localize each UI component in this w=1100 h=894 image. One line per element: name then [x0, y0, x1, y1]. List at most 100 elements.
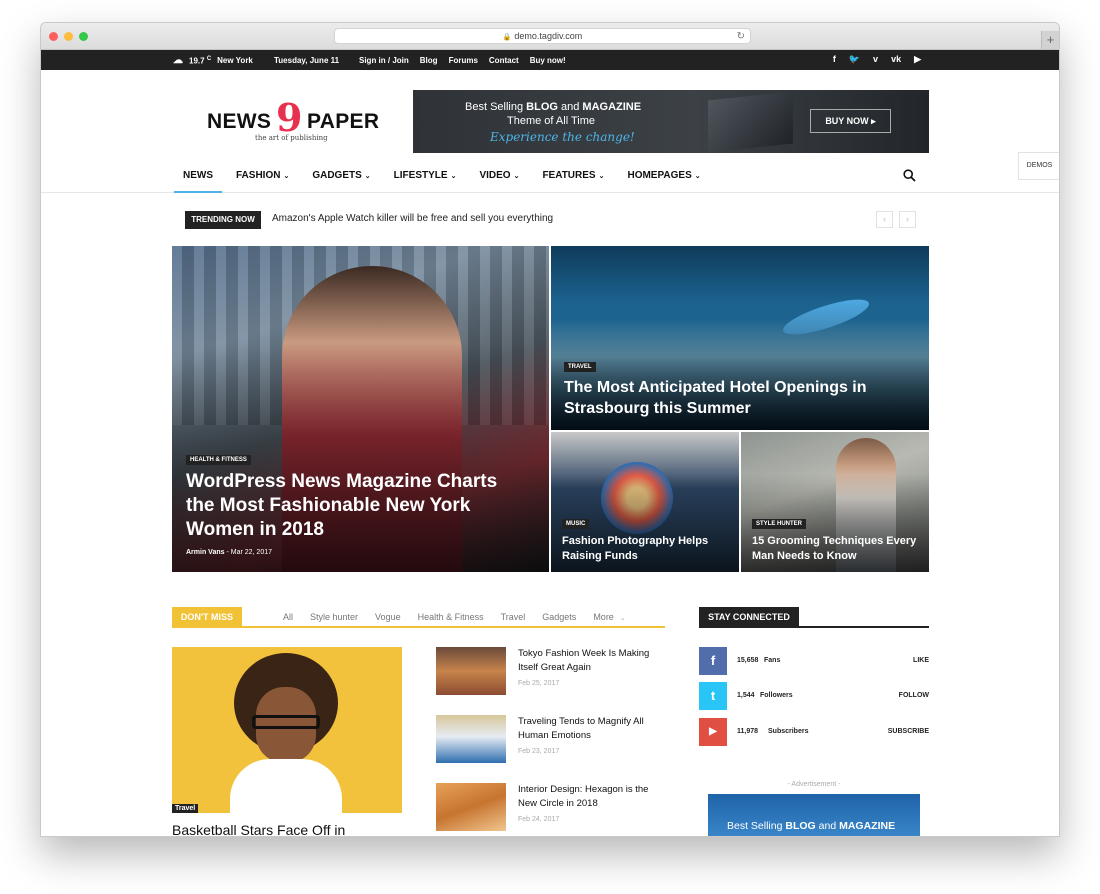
post-thumbnail[interactable] [436, 783, 506, 831]
featured-tile-style[interactable]: STYLE HUNTER 15 Grooming Techniques Ever… [741, 432, 929, 572]
tab-all[interactable]: All [283, 612, 293, 622]
follower-unit: Subscribers [768, 728, 809, 735]
tab-gadgets[interactable]: Gadgets [542, 612, 576, 622]
new-tab-button[interactable]: + [1041, 31, 1059, 49]
tab-vogue[interactable]: Vogue [375, 612, 401, 622]
facebook-icon[interactable]: f [833, 54, 836, 65]
nav-item-video[interactable]: VIDEO ⌄ [470, 160, 528, 193]
nav-item-homepages[interactable]: HOMEPAGES ⌄ [618, 160, 709, 193]
post-date: Feb 25, 2017 [518, 680, 560, 687]
follower-count: 1,544 [737, 692, 755, 699]
post-title[interactable]: Traveling Tends to Magnify All Human Emo… [518, 715, 666, 743]
trending-bar: TRENDING NOW Amazon's Apple Watch killer… [185, 210, 929, 229]
list-item[interactable]: Traveling Tends to Magnify All Human Emo… [436, 715, 666, 783]
chevron-down-icon: ⌄ [450, 173, 457, 180]
reload-icon[interactable]: ↻ [737, 29, 745, 44]
nav-item-lifestyle[interactable]: LIFESTYLE ⌄ [385, 160, 466, 193]
chevron-down-icon: ⌄ [694, 173, 701, 180]
youtube-icon[interactable]: ▶ [914, 54, 921, 65]
logo-word-news: NEWS [207, 110, 272, 133]
dont-miss-main-image[interactable]: Travel [172, 647, 402, 813]
nav-item-fashion[interactable]: FASHION ⌄ [227, 160, 298, 193]
featured-tile-main[interactable]: HEALTH & FITNESS WordPress News Magazine… [172, 246, 549, 572]
follow-button[interactable]: FOLLOW [899, 692, 929, 699]
address-bar[interactable]: 🔒 demo.tagdiv.com ↻ [334, 28, 751, 44]
tab-more[interactable]: More ⌄ [593, 612, 625, 622]
featured-title[interactable]: 15 Grooming Techniques Every Man Needs t… [752, 534, 927, 564]
zoom-window-button[interactable] [79, 32, 88, 41]
featured-title[interactable]: The Most Anticipated Hotel Openings in S… [564, 377, 904, 419]
dont-miss-list: Tokyo Fashion Week Is Making Itself Grea… [436, 647, 666, 836]
buy-now-link[interactable]: Buy now! [530, 56, 566, 65]
category-badge[interactable]: MUSIC [562, 519, 590, 529]
tab-health-fitness[interactable]: Health & Fitness [418, 612, 484, 622]
social-counter-facebook[interactable]: f 15,658 Fans LIKE [699, 647, 929, 675]
twitter-icon[interactable]: 🐦 [849, 54, 860, 65]
nav-item-news[interactable]: NEWS [174, 160, 222, 193]
category-badge[interactable]: TRAVEL [564, 362, 596, 372]
list-item[interactable]: Interior Design: Hexagon is the New Circ… [436, 783, 666, 836]
youtube-icon[interactable]: ▶ [699, 718, 727, 746]
ad-line-2: Theme of All Time [507, 115, 596, 127]
category-badge[interactable]: STYLE HUNTER [752, 519, 807, 529]
search-icon[interactable] [903, 169, 916, 187]
top-links: Sign in / Join Blog Forums Contact Buy n… [359, 56, 566, 65]
category-badge[interactable]: HEALTH & FITNESS [186, 455, 251, 465]
nav-item-gadgets[interactable]: GADGETS ⌄ [303, 160, 379, 193]
list-item[interactable]: Tokyo Fashion Week Is Making Itself Grea… [436, 647, 666, 715]
header-ad-banner[interactable]: Best Selling BLOG and MAGAZINE Theme of … [413, 90, 929, 153]
dont-miss-header: DON'T MISS All Style hunter Vogue Health… [172, 607, 665, 628]
temperature: 19.7 C [189, 55, 212, 66]
like-button[interactable]: LIKE [913, 657, 929, 664]
vimeo-icon[interactable]: v [873, 54, 878, 65]
ad-line-3: Experience the change! [490, 130, 635, 144]
signin-link[interactable]: Sign in / Join [359, 56, 409, 65]
browser-titlebar: 🔒 demo.tagdiv.com ↻ + [41, 23, 1059, 50]
chevron-down-icon: ⌄ [598, 173, 605, 180]
tab-style-hunter[interactable]: Style hunter [310, 612, 358, 622]
trending-headline[interactable]: Amazon's Apple Watch killer will be free… [272, 213, 553, 224]
post-thumbnail[interactable] [436, 715, 506, 763]
social-counter-youtube[interactable]: ▶ 11,978 Subscribers SUBSCRIBE [699, 718, 929, 746]
lock-icon: 🔒 [502, 34, 512, 41]
trending-prev-button[interactable]: ‹ [876, 211, 893, 228]
post-title[interactable]: Tokyo Fashion Week Is Making Itself Grea… [518, 647, 666, 675]
site-logo[interactable]: NEWS 9 PAPER the art of publishing [207, 99, 382, 145]
trending-next-button[interactable]: › [899, 211, 916, 228]
blog-link[interactable]: Blog [420, 56, 438, 65]
sidebar-ad-banner[interactable]: Best Selling BLOG and MAGAZINE [708, 794, 920, 836]
dont-miss-tabs: All Style hunter Vogue Health & Fitness … [283, 612, 626, 622]
category-badge[interactable]: Travel [172, 804, 199, 813]
social-icons: f 🐦 v vk ▶ [833, 54, 921, 65]
author-name[interactable]: Armin Vans [186, 549, 225, 556]
featured-title[interactable]: WordPress News Magazine Charts the Most … [186, 470, 516, 542]
featured-tile-music[interactable]: MUSIC Fashion Photography Helps Raising … [551, 432, 739, 572]
dont-miss-main-title[interactable]: Basketball Stars Face Off in [172, 822, 345, 836]
forums-link[interactable]: Forums [449, 56, 478, 65]
subscribe-button[interactable]: SUBSCRIBE [888, 728, 929, 735]
close-window-button[interactable] [49, 32, 58, 41]
facebook-icon[interactable]: f [699, 647, 727, 675]
ad-line-1: Best Selling BLOG and MAGAZINE [465, 101, 642, 113]
stay-connected-label: STAY CONNECTED [699, 607, 799, 628]
weather-city: New York [217, 56, 253, 65]
nav-item-features[interactable]: FEATURES ⌄ [533, 160, 613, 193]
contact-link[interactable]: Contact [489, 56, 519, 65]
top-bar: ☁ 19.7 C New York Tuesday, June 11 Sign … [41, 50, 1059, 70]
vk-icon[interactable]: vk [891, 54, 901, 65]
trending-badge: TRENDING NOW [185, 211, 261, 229]
chevron-down-icon: ⌄ [364, 173, 371, 180]
post-date: Feb 23, 2017 [518, 748, 560, 755]
ad-buy-now-button[interactable]: BUY NOW ▸ [810, 109, 891, 133]
twitter-icon[interactable]: t [699, 682, 727, 710]
post-title[interactable]: Interior Design: Hexagon is the New Circ… [518, 783, 666, 811]
tab-travel[interactable]: Travel [501, 612, 526, 622]
featured-title[interactable]: Fashion Photography Helps Raising Funds [562, 534, 732, 564]
follower-count: 15,658 [737, 657, 759, 664]
chevron-down-icon: ⌄ [619, 615, 626, 622]
featured-tile-travel[interactable]: TRAVEL The Most Anticipated Hotel Openin… [551, 246, 929, 430]
social-counter-twitter[interactable]: t 1,544 Followers FOLLOW [699, 682, 929, 710]
post-thumbnail[interactable] [436, 647, 506, 695]
follower-count: 11,978 [737, 728, 759, 735]
minimize-window-button[interactable] [64, 32, 73, 41]
